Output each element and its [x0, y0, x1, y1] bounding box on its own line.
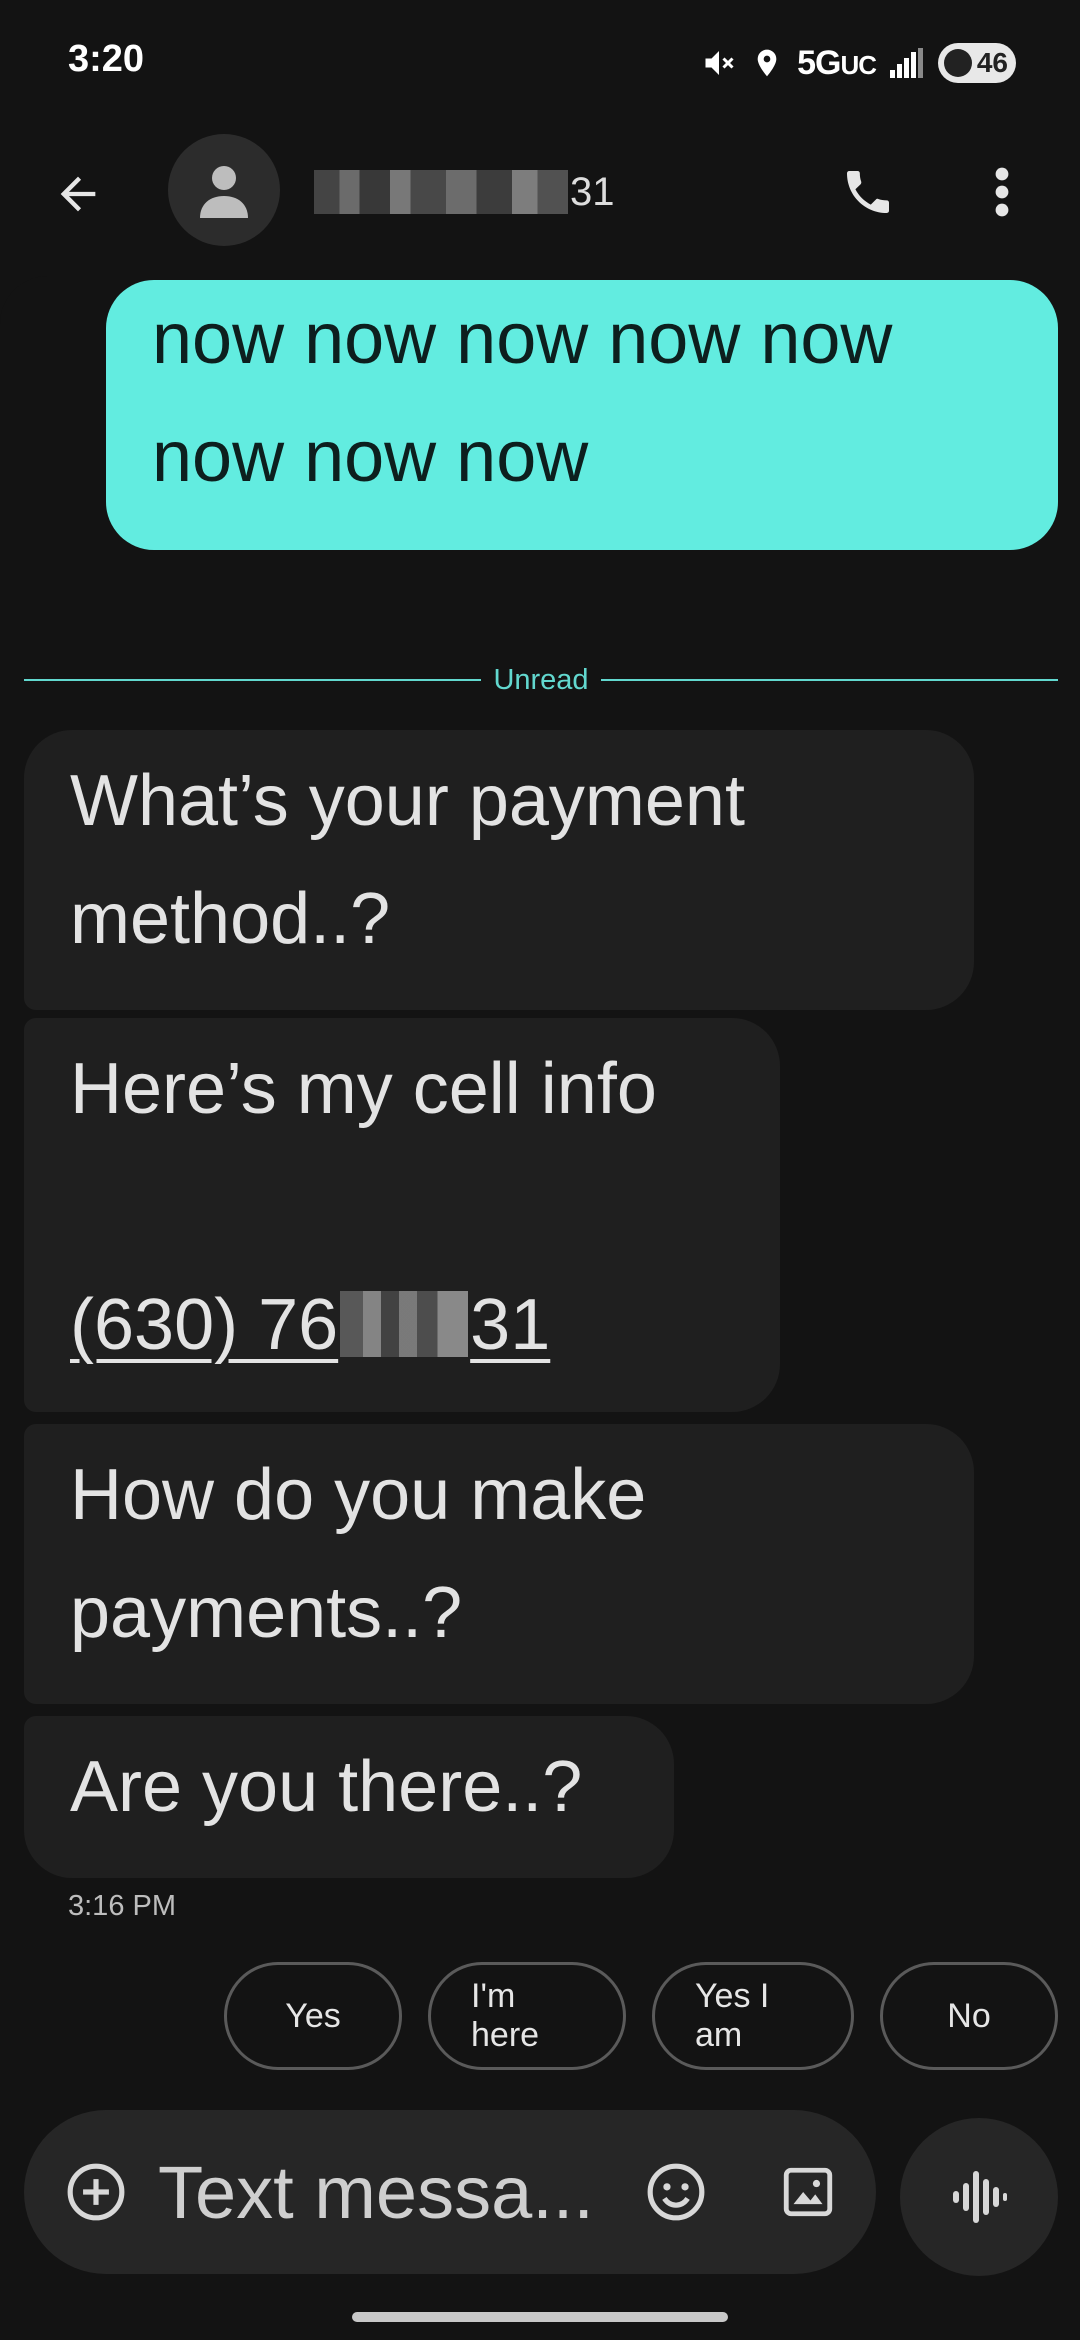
more-options-button[interactable] — [966, 154, 1038, 230]
gallery-icon — [783, 2167, 833, 2217]
phone-link-start: (630) 76 — [70, 1285, 339, 1365]
network-sub: UC — [840, 49, 877, 80]
message-line: How do you make — [70, 1455, 647, 1535]
redacted-number — [314, 170, 568, 214]
message-line: Are you there..? — [70, 1747, 583, 1827]
divider-line — [600, 679, 1058, 681]
divider-line — [24, 679, 482, 681]
person-icon — [200, 166, 248, 218]
incoming-message[interactable]: How do you make payments..? — [24, 1424, 974, 1704]
unread-divider: Unread — [24, 660, 1058, 700]
unread-label: Unread — [493, 663, 589, 696]
avatar[interactable] — [168, 134, 280, 246]
home-indicator[interactable] — [352, 2312, 728, 2322]
outgoing-message[interactable]: now now now now now now now now — [106, 280, 1058, 550]
signal-icon — [890, 48, 924, 78]
app-bar: 31 — [0, 126, 1080, 256]
conversation-list[interactable]: now now now now now now now now Unread W… — [0, 276, 1080, 2076]
incoming-message[interactable]: Here’s my cell info (630) 76 31 — [24, 1018, 780, 1412]
redacted-digits — [340, 1291, 469, 1357]
status-icons: 5GUC 46 — [701, 40, 1016, 86]
message-composer — [24, 2110, 876, 2274]
smart-reply-chip[interactable]: Yes I am — [652, 1962, 854, 2070]
phone-link-end: 31 — [470, 1285, 551, 1365]
battery-saver-icon — [944, 49, 972, 77]
message-line: What’s your payment — [70, 761, 745, 841]
contact-name[interactable]: 31 — [314, 162, 615, 222]
status-bar: 3:20 5GUC 46 — [0, 0, 1080, 126]
contact-number-suffix: 31 — [570, 169, 615, 214]
phone-link[interactable]: (630) 76 31 — [70, 1266, 740, 1384]
smart-reply-row: Yes I'm here Yes I am No — [224, 1962, 1058, 2074]
message-line: Here’s my cell info — [70, 1049, 657, 1129]
more-vert-icon — [995, 167, 1009, 217]
attach-button[interactable] — [58, 2154, 134, 2230]
message-line: now now now — [152, 417, 589, 497]
emoji-icon — [647, 2163, 705, 2221]
back-arrow-icon — [60, 176, 96, 212]
message-timestamp: 3:16 PM — [68, 1890, 176, 1922]
battery-level: 46 — [976, 47, 1008, 78]
message-line: payments..? — [70, 1573, 463, 1653]
voice-message-button[interactable] — [900, 2118, 1058, 2276]
status-time: 3:20 — [68, 38, 145, 80]
emoji-button[interactable] — [638, 2154, 714, 2230]
network-type: 5GUC — [797, 43, 877, 83]
location-icon — [751, 45, 783, 81]
network-main: 5G — [797, 43, 841, 82]
message-line: now now now now now — [152, 299, 893, 379]
smart-reply-chip[interactable]: I'm here — [428, 1962, 626, 2070]
back-button[interactable] — [40, 156, 116, 232]
incoming-message[interactable]: Are you there..? — [24, 1716, 674, 1878]
gallery-button[interactable] — [770, 2154, 846, 2230]
smart-reply-chip[interactable]: No — [880, 1962, 1058, 2070]
message-line: method..? — [70, 879, 391, 959]
voice-wave-icon — [953, 2171, 1007, 2223]
smart-reply-chip[interactable]: Yes — [224, 1962, 402, 2070]
message-input[interactable] — [158, 2140, 644, 2244]
add-circle-icon — [67, 2163, 125, 2221]
battery-indicator: 46 — [938, 43, 1016, 83]
mute-icon — [701, 45, 737, 81]
incoming-message[interactable]: What’s your payment method..? — [24, 730, 974, 1010]
call-button[interactable] — [830, 154, 906, 230]
phone-icon — [847, 171, 889, 213]
